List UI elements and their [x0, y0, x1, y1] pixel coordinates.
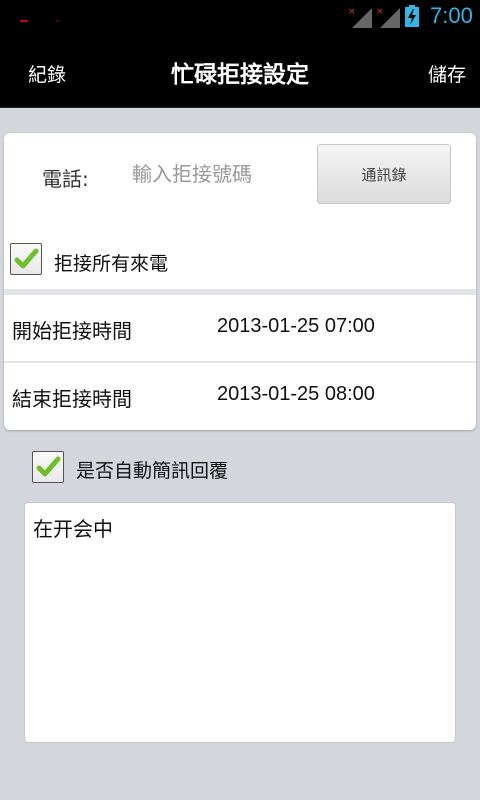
- status-clock: 7:00: [430, 3, 473, 28]
- phone-label: 電話:: [42, 167, 89, 191]
- reject-all-label: 拒接所有來電: [54, 253, 169, 275]
- settings-card: 電話: 通訊錄 拒接所有來電 開始拒接時間 2013-01-25 07:00 結…: [4, 133, 476, 430]
- reject-all-checkbox[interactable]: [10, 243, 42, 275]
- end-time-value[interactable]: 2013-01-25 08:00: [217, 383, 375, 406]
- reject-all-row[interactable]: 拒接所有來電: [10, 243, 470, 283]
- action-bar: 紀錄 忙碌拒接設定 儲存: [0, 32, 480, 108]
- signal-no-service-icon: ×: [376, 6, 402, 28]
- svg-text:×: ×: [376, 7, 384, 17]
- start-time-label: 開始拒接時間: [12, 319, 132, 343]
- check-icon: [14, 248, 39, 269]
- auto-reply-label: 是否自動簡訊回覆: [76, 460, 229, 482]
- svg-text:×: ×: [348, 7, 356, 17]
- end-time-label: 結束拒接時間: [12, 387, 132, 411]
- page-title: 忙碌拒接設定: [171, 62, 309, 88]
- status-bar: × × 7:00: [0, 0, 480, 32]
- notification-icon-secondary: [56, 20, 59, 22]
- battery-charging-icon: [405, 5, 419, 27]
- phone-number-input[interactable]: [132, 158, 312, 190]
- check-icon: [36, 456, 61, 477]
- contacts-button[interactable]: 通訊錄: [317, 144, 451, 204]
- signal-no-service-icon: ×: [348, 6, 374, 28]
- reply-message-input[interactable]: 在开会中: [24, 502, 456, 743]
- action-bar-divider: [0, 107, 480, 108]
- auto-reply-row[interactable]: 是否自動簡訊回覆: [32, 451, 452, 487]
- save-button[interactable]: 儲存: [428, 60, 466, 87]
- notification-icon: [20, 20, 28, 22]
- start-time-row[interactable]: 開始拒接時間 2013-01-25 07:00: [4, 295, 476, 361]
- end-time-row[interactable]: 結束拒接時間 2013-01-25 08:00: [4, 363, 476, 429]
- auto-reply-checkbox[interactable]: [32, 451, 64, 483]
- start-time-value[interactable]: 2013-01-25 07:00: [217, 315, 375, 338]
